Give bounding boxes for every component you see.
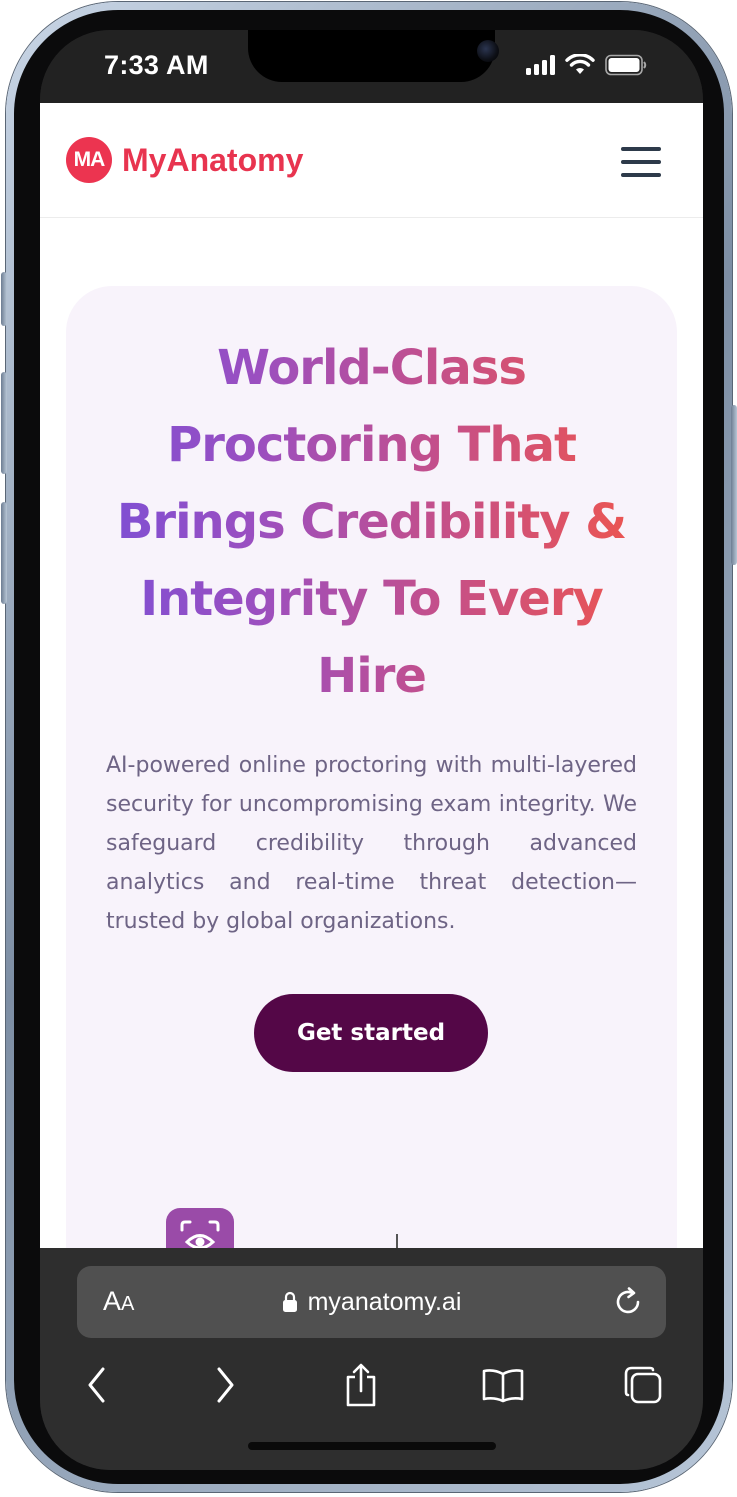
battery-icon xyxy=(605,54,647,76)
address-bar[interactable]: AA myanatomy.ai xyxy=(77,1266,666,1338)
browser-toolbar: AA myanatomy.ai xyxy=(40,1248,703,1470)
logo-mark-icon: MA xyxy=(66,137,112,183)
cellular-signal-icon xyxy=(526,55,555,75)
volume-up-button xyxy=(1,372,7,474)
phone-screen: 7:33 AM MA MyAnatomy World-Class Proctor… xyxy=(40,30,703,1470)
home-indicator[interactable] xyxy=(248,1442,496,1450)
status-bar: 7:33 AM xyxy=(40,30,703,103)
brand-logo[interactable]: MA MyAnatomy xyxy=(66,137,303,183)
tabs-icon[interactable] xyxy=(618,1360,668,1410)
bookmarks-icon[interactable] xyxy=(478,1360,528,1410)
section-divider xyxy=(396,1234,398,1248)
face-scan-icon xyxy=(166,1208,234,1248)
url-text[interactable]: myanatomy.ai xyxy=(308,1288,462,1317)
hero-section: World-Class Proctoring That Brings Credi… xyxy=(66,286,677,1248)
hero-title: World-Class Proctoring That Brings Credi… xyxy=(86,330,657,715)
get-started-button[interactable]: Get started xyxy=(254,994,488,1072)
lock-icon xyxy=(282,1291,297,1312)
web-page: MA MyAnatomy World-Class Proctoring That… xyxy=(40,103,703,1248)
power-button xyxy=(731,405,737,565)
silent-switch xyxy=(1,272,7,326)
logo-mark-text: MA xyxy=(73,148,106,171)
text-size-button[interactable]: AA xyxy=(103,1286,134,1317)
hero-description: AI-powered online proctoring with multi-… xyxy=(106,753,637,934)
wifi-icon xyxy=(565,54,595,74)
brand-name: MyAnatomy xyxy=(122,141,304,178)
reload-icon[interactable] xyxy=(612,1286,644,1318)
volume-down-button xyxy=(1,502,7,604)
hamburger-menu-icon[interactable] xyxy=(621,147,663,177)
url-display: myanatomy.ai xyxy=(77,1266,666,1338)
front-camera xyxy=(477,40,499,62)
forward-icon[interactable] xyxy=(200,1360,250,1410)
browser-nav-row xyxy=(40,1360,703,1420)
status-icons xyxy=(526,54,647,76)
status-time: 7:33 AM xyxy=(104,50,209,80)
back-icon[interactable] xyxy=(72,1360,122,1410)
site-header: MA MyAnatomy xyxy=(40,103,703,218)
share-icon[interactable] xyxy=(336,1360,386,1410)
notch xyxy=(248,30,499,82)
